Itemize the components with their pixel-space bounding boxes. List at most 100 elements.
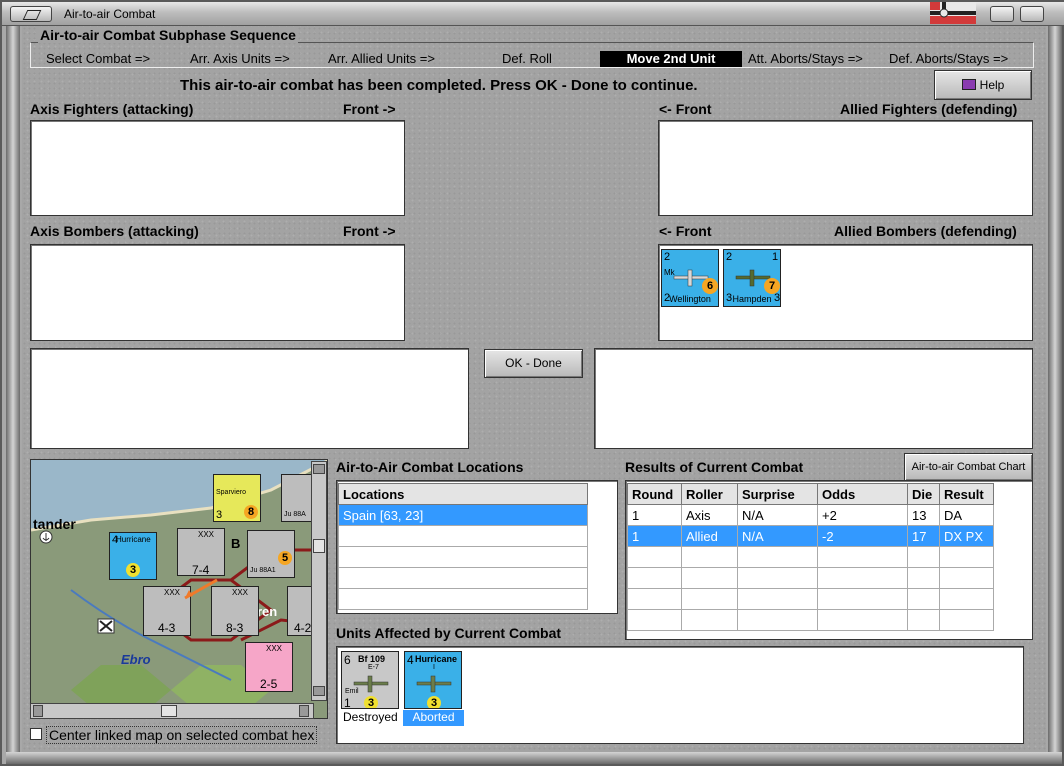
title-bar: Air-to-air Combat <box>2 2 1064 26</box>
close-button[interactable] <box>1020 6 1044 22</box>
fighter-plane-icon <box>416 675 452 693</box>
minimize-button[interactable] <box>990 6 1014 22</box>
axis-combat-log[interactable] <box>30 348 469 449</box>
scroll-down-arrow[interactable] <box>313 686 325 696</box>
map-label-ren: ren <box>257 604 278 619</box>
sequence-step-arr-allied: Arr. Allied Units => <box>328 51 435 66</box>
cell-die: 13 <box>907 504 940 526</box>
cell-roller: Allied <box>681 525 738 547</box>
results-title: Results of Current Combat <box>625 459 804 475</box>
location-row[interactable]: Spain [63, 23] <box>338 504 588 526</box>
center-map-checkbox-label[interactable]: Center linked map on selected combat hex <box>46 726 318 744</box>
results-row-empty <box>627 588 994 610</box>
results-header-row: Round Roller Surprise Odds Die Result <box>627 483 994 505</box>
results-table: Round Roller Surprise Odds Die Result 1 … <box>627 483 994 631</box>
col-odds: Odds <box>817 483 908 505</box>
bottom-frame-rail <box>6 752 1062 764</box>
scroll-left-arrow[interactable] <box>33 705 43 717</box>
map-counter-sparviero[interactable]: Sparviero 3 8 <box>213 474 261 522</box>
results-row[interactable]: 1 Allied N/A -2 17 DX PX <box>627 525 994 547</box>
counter-name: XXX <box>198 530 215 539</box>
left-frame-rail <box>6 26 20 756</box>
counter-name: XXX <box>266 644 283 653</box>
counter-name: Ju 88A <box>284 511 306 518</box>
axis-bombers-box[interactable] <box>30 244 405 341</box>
help-book-icon <box>961 79 976 90</box>
map-horizontal-scrollbar[interactable] <box>30 703 314 719</box>
counter-top-left: 6 <box>344 653 351 667</box>
combat-chart-button[interactable]: Air-to-air Combat Chart <box>904 453 1033 481</box>
counter-value: 7-4 <box>192 563 210 576</box>
window-frame: Air-to-air Combat Air-to-air Combat Subp… <box>0 0 1064 766</box>
map-counter-cavalry[interactable]: XXX 2-5 <box>245 642 293 692</box>
counter-name: Hurricane <box>415 654 458 664</box>
scroll-right-arrow[interactable] <box>299 705 309 717</box>
map-counter-hurricane[interactable]: Hurricane 4 3 <box>109 532 157 580</box>
results-row[interactable]: 1 Axis N/A +2 13 DA <box>627 504 994 526</box>
sequence-step-select-combat: Select Combat => <box>46 51 151 66</box>
map-counter-infantry-a[interactable]: XXX 7-4 <box>177 528 225 576</box>
map-label-river: Ebro <box>121 652 151 667</box>
locations-header: Locations <box>338 483 588 505</box>
help-button-label: Help <box>979 78 1005 92</box>
sequence-step-move-2nd-unit: Move 2nd Unit <box>600 51 742 67</box>
sequence-step-att-aborts: Att. Aborts/Stays => <box>748 51 863 66</box>
sequence-heading: Air-to-air Combat Subphase Sequence <box>38 27 298 43</box>
affected-unit-hurricane[interactable]: 4 Hurricane I 3 <box>404 651 462 709</box>
allied-fighters-title: Allied Fighters (defending) <box>840 101 1018 117</box>
cell-round: 1 <box>627 525 682 547</box>
affected-title: Units Affected by Current Combat <box>336 625 562 641</box>
cell-result: DX PX <box>939 525 994 547</box>
counter-name: Wellington <box>669 294 711 304</box>
map-counter-ju88a1[interactable]: Ju 88A1 5 <box>247 530 295 578</box>
locations-table: Locations Spain [63, 23] <box>338 483 588 610</box>
sequence-step-def-aborts: Def. Aborts/Stays => <box>889 51 1009 66</box>
affected-unit-bf109[interactable]: 6 Bf 109 E-7 Emil 1 3 <box>341 651 399 709</box>
cell-odds: -2 <box>817 525 908 547</box>
sequence-step-arr-axis: Arr. Axis Units => <box>190 51 290 66</box>
col-roller: Roller <box>681 483 738 505</box>
map-vertical-scrollbar[interactable] <box>311 461 327 701</box>
counter-value: 3 <box>216 509 223 521</box>
ok-done-button[interactable]: OK - Done <box>484 349 583 378</box>
german-flag-icon <box>930 2 976 24</box>
counter-strength: 8 <box>244 505 258 519</box>
counter-strength: 3 <box>126 563 140 577</box>
axis-fighters-box[interactable] <box>30 120 405 216</box>
hampden-counter[interactable]: 2 1 7 3 3 Hampden <box>723 249 781 307</box>
results-row-empty <box>627 546 994 568</box>
map-label-b: B <box>231 536 241 551</box>
wellington-counter[interactable]: 2 Mk 6 2 Wellington <box>661 249 719 307</box>
scroll-v-thumb[interactable] <box>313 539 325 553</box>
counter-top-left: 2 <box>726 251 733 263</box>
counter-name: Hampden <box>732 294 772 304</box>
counter-top-left: 4 <box>407 653 414 667</box>
counter-value: 8-3 <box>226 621 244 635</box>
attack-arrow-icon <box>184 578 218 600</box>
counter-name: Sparviero <box>216 489 246 496</box>
airfield-icon <box>97 618 115 634</box>
counter-name: XXX <box>232 588 249 597</box>
cell-surprise: N/A <box>737 525 818 547</box>
counter-bottom-left: 1 <box>344 696 351 709</box>
allied-fighters-box[interactable] <box>658 120 1033 216</box>
counter-sub: I <box>433 664 435 671</box>
counter-tag: 1 <box>772 251 779 263</box>
linked-map[interactable]: tander Ebro B ren Hurricane 4 3 XXX 7-4 … <box>30 459 328 719</box>
allied-bombers-box[interactable]: 2 Mk 6 2 Wellington 2 1 7 3 3 Hampden <box>658 244 1033 341</box>
locations-title: Air-to-Air Combat Locations <box>336 459 524 475</box>
scroll-h-thumb[interactable] <box>161 705 177 717</box>
counter-pilot: Emil <box>345 688 359 695</box>
counter-name: Hurricane <box>116 535 151 544</box>
system-menu-button[interactable] <box>10 6 52 22</box>
cell-surprise: N/A <box>737 504 818 526</box>
cell-round: 1 <box>627 504 682 526</box>
col-result: Result <box>939 483 994 505</box>
help-button[interactable]: Help <box>934 70 1032 100</box>
location-row-empty <box>338 525 588 547</box>
center-map-checkbox[interactable] <box>30 728 42 740</box>
counter-value: 4-2 <box>294 621 312 635</box>
allied-combat-log[interactable] <box>594 348 1033 449</box>
scroll-up-arrow[interactable] <box>313 464 325 474</box>
counter-name: Bf 109 <box>358 654 386 664</box>
